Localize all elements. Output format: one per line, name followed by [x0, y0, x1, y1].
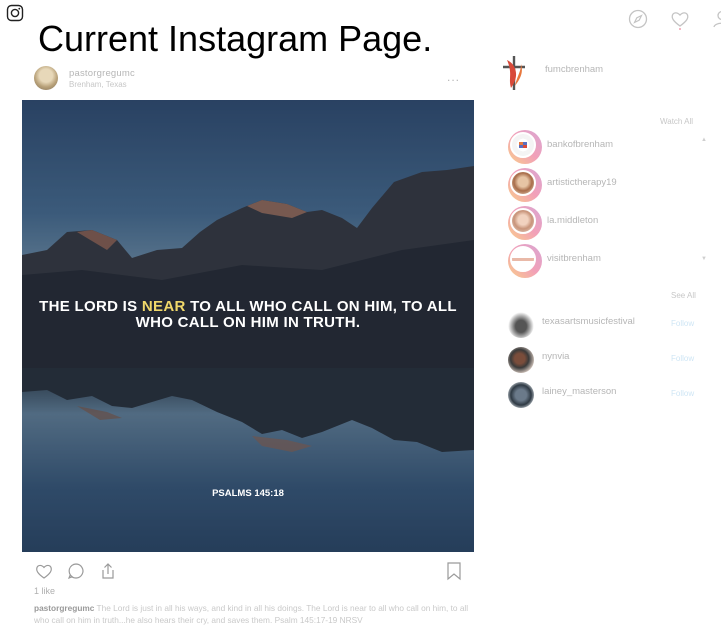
post-actions [34, 561, 118, 581]
like-heart-icon[interactable] [34, 561, 54, 581]
post-author-avatar[interactable] [34, 66, 58, 90]
suggestion-avatar[interactable] [508, 347, 534, 373]
stories-scroll-down-icon[interactable]: ▼ [701, 256, 707, 262]
page-title: Current Instagram Page. [38, 18, 433, 59]
follow-button[interactable]: Follow [671, 389, 694, 398]
verse-reference: PSALMS 145:18 [212, 488, 284, 499]
profile-icon[interactable] [711, 8, 721, 30]
post-image[interactable]: THE LORD IS NEAR TO ALL WHO CALL ON HIM,… [22, 100, 474, 552]
story-item[interactable]: visitbrenham [508, 244, 601, 278]
story-avatar [510, 132, 536, 158]
stories-watch-all-link[interactable]: Watch All [660, 117, 693, 126]
suggestion-username[interactable]: nynvia [542, 351, 569, 362]
story-username: artistictherapy19 [547, 177, 617, 188]
suggestion-item: lainey_masterson Follow [508, 382, 694, 408]
more-options-button[interactable]: ... [447, 70, 460, 84]
heart-icon[interactable] [669, 8, 691, 30]
story-avatar [510, 208, 536, 234]
current-user-avatar[interactable] [499, 54, 529, 97]
verse-highlight-word: NEAR [141, 298, 186, 315]
story-item[interactable]: la.middleton [508, 206, 598, 240]
follow-button[interactable]: Follow [671, 319, 694, 328]
current-user-username[interactable]: fumcbrenham [545, 64, 603, 75]
stories-scroll-up-icon[interactable]: ▲ [701, 137, 707, 143]
post-author-username[interactable]: pastorgregumc [69, 68, 135, 79]
like-count[interactable]: 1 like [34, 586, 55, 596]
caption-username[interactable]: pastorgregumc [34, 603, 94, 613]
share-icon[interactable] [98, 561, 118, 581]
suggestions-see-all-link[interactable]: See All [671, 291, 696, 300]
caption-text: The Lord is just in all his ways, and ki… [34, 603, 469, 625]
post-caption: pastorgregumc The Lord is just in all hi… [34, 603, 474, 626]
story-username: visitbrenham [547, 253, 601, 264]
suggestion-avatar[interactable] [508, 382, 534, 408]
comment-icon[interactable] [66, 561, 86, 581]
story-item[interactable]: artistictherapy19 [508, 168, 617, 202]
suggestion-username[interactable]: lainey_masterson [542, 386, 616, 397]
suggestion-avatar[interactable] [508, 312, 534, 338]
post-location[interactable]: Brenham, Texas [69, 80, 127, 89]
follow-button[interactable]: Follow [671, 354, 694, 363]
instagram-logo-icon[interactable] [6, 4, 24, 22]
bookmark-icon[interactable] [446, 561, 462, 581]
story-username: bankofbrenham [547, 139, 614, 150]
verse-text: THE LORD IS NEAR TO ALL WHO CALL ON HIM,… [22, 299, 474, 331]
suggestion-username[interactable]: texasartsmusicfestival [542, 316, 635, 327]
suggestion-item: texasartsmusicfestival Follow [508, 312, 694, 338]
story-avatar [510, 170, 536, 196]
story-avatar [510, 246, 536, 272]
suggestion-item: nynvia Follow [508, 347, 694, 373]
top-nav [627, 8, 721, 30]
verse-text-start: THE LORD IS [39, 298, 142, 315]
story-username: la.middleton [547, 215, 599, 226]
compass-icon[interactable] [627, 8, 649, 30]
story-item[interactable]: bankofbrenham [508, 130, 613, 164]
